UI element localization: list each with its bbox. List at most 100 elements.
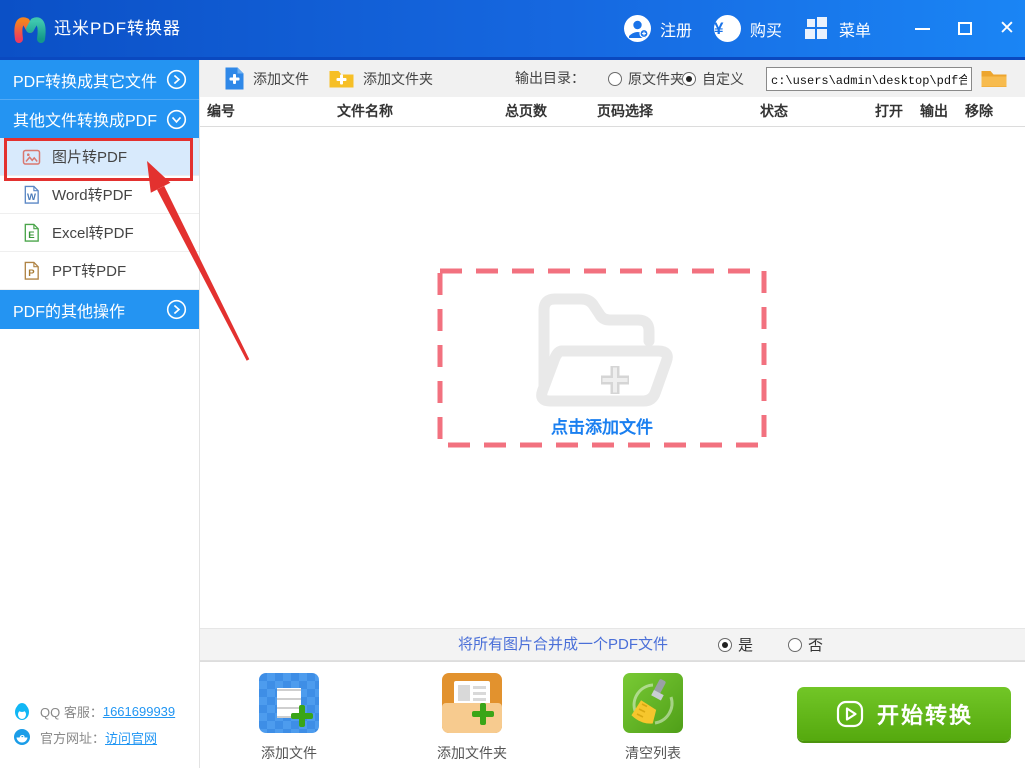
sidebar-item-image-to-pdf[interactable]: 图片转PDF <box>0 138 199 176</box>
clear-list-action-button[interactable]: 清空列表 <box>593 673 713 763</box>
qq-number-link[interactable]: 1661699939 <box>103 704 175 719</box>
chevron-right-circle-icon <box>166 69 187 90</box>
app-window: 迅米PDF转换器 注册 ¥ 购买 菜单 <box>0 0 1025 768</box>
word-doc-icon: W <box>22 185 41 205</box>
chevron-down-circle-icon <box>166 109 187 130</box>
sidebar-item-label: Excel转PDF <box>52 222 134 243</box>
open-folder-add-icon <box>522 278 682 418</box>
website-icon: e <box>12 727 32 747</box>
col-total-pages: 总页数 <box>505 97 547 127</box>
excel-doc-icon: E <box>22 223 41 243</box>
yen-icon: ¥ <box>714 15 741 42</box>
radio-original-label: 原文件夹 <box>628 69 684 89</box>
maximize-button[interactable] <box>948 0 982 57</box>
chevron-right-circle-icon <box>166 299 187 320</box>
sidebar-item-label: 图片转PDF <box>52 146 127 167</box>
buy-label: 购买 <box>750 17 782 41</box>
image-icon <box>22 147 41 167</box>
col-remove: 移除 <box>965 97 993 127</box>
merge-no-circle[interactable] <box>788 638 802 652</box>
section-label: 其他文件转换成PDF <box>13 107 157 131</box>
buy-button[interactable]: ¥ 购买 <box>714 0 782 57</box>
add-folder-icon <box>328 68 355 89</box>
section-label: PDF转换成其它文件 <box>13 68 157 92</box>
register-button[interactable]: 注册 <box>624 0 692 57</box>
sidebar-section-other-to-pdf[interactable]: 其他文件转换成PDF <box>0 99 199 138</box>
output-dir-label: 输出目录： <box>515 60 585 97</box>
svg-text:P: P <box>28 268 35 279</box>
add-file-big-icon <box>259 673 319 733</box>
add-file-toolbar-button[interactable]: 添加文件 <box>224 60 309 97</box>
add-file-action-label: 添加文件 <box>261 743 317 763</box>
browse-folder-icon[interactable] <box>980 68 1008 89</box>
radio-custom-circle[interactable] <box>682 72 696 86</box>
col-status: 状态 <box>760 97 788 127</box>
file-table-header: 编号 文件名称 总页数 页码选择 状态 打开 输出 移除 <box>200 97 1025 127</box>
sidebar-item-word-to-pdf[interactable]: W Word转PDF <box>0 176 199 214</box>
website-link[interactable]: 访问官网 <box>105 728 157 747</box>
sidebar-item-excel-to-pdf[interactable]: E Excel转PDF <box>0 214 199 252</box>
radio-custom-label: 自定义 <box>702 69 744 89</box>
minimize-button[interactable] <box>905 0 939 57</box>
col-filename: 文件名称 <box>337 97 393 127</box>
main-panel: 添加文件 添加文件夹 输出目录： 原文件夹 自定义 <box>200 60 1025 768</box>
ppt-doc-icon: P <box>22 261 41 281</box>
add-folder-action-button[interactable]: 添加文件夹 <box>412 673 532 763</box>
qq-service-label: QQ 客服： <box>40 702 103 721</box>
merge-yes-circle[interactable] <box>718 638 732 652</box>
app-logo-icon <box>12 12 48 48</box>
sidebar-section-pdf-ops[interactable]: PDF的其他操作 <box>0 290 199 329</box>
svg-text:W: W <box>27 192 36 203</box>
radio-custom[interactable]: 自定义 <box>682 60 744 97</box>
start-convert-label: 开始转换 <box>877 698 973 730</box>
svg-text:e: e <box>19 733 25 744</box>
clear-list-action-label: 清空列表 <box>625 743 681 763</box>
col-number: 编号 <box>207 97 235 127</box>
merge-yes-radio[interactable]: 是 <box>718 629 753 660</box>
titlebar: 迅米PDF转换器 注册 ¥ 购买 菜单 <box>0 0 1025 60</box>
menu-button[interactable]: 菜单 <box>804 0 871 57</box>
sidebar: PDF转换成其它文件 其他文件转换成PDF 图片转PDF <box>0 60 200 768</box>
register-label: 注册 <box>660 17 692 41</box>
sidebar-item-label: Word转PDF <box>52 184 133 205</box>
add-file-action-button[interactable]: 添加文件 <box>229 673 349 763</box>
merge-yes-label: 是 <box>738 634 753 655</box>
qq-icon <box>12 701 32 721</box>
sidebar-item-ppt-to-pdf[interactable]: P PPT转PDF <box>0 252 199 290</box>
bottom-action-bar: 添加文件 添加文件夹 <box>200 661 1025 768</box>
file-list-area: 点击添加文件 <box>200 127 1025 628</box>
add-file-icon <box>224 66 245 91</box>
add-folder-toolbar-button[interactable]: 添加文件夹 <box>328 60 433 97</box>
close-button[interactable]: ✕ <box>990 0 1024 57</box>
app-title: 迅米PDF转换器 <box>54 0 181 57</box>
col-output: 输出 <box>920 97 948 127</box>
add-folder-big-icon <box>442 673 502 733</box>
sidebar-footer: QQ 客服： 1661699939 e 官方网址： 访问官网 <box>12 698 192 750</box>
col-open: 打开 <box>875 97 903 127</box>
merge-option-bar: 将所有图片合并成一个PDF文件 是 否 <box>200 628 1025 661</box>
register-user-icon <box>624 15 651 42</box>
section-label: PDF的其他操作 <box>13 298 125 322</box>
clear-list-big-icon <box>623 673 683 733</box>
sidebar-item-label: PPT转PDF <box>52 260 126 281</box>
start-convert-button[interactable]: 开始转换 <box>797 687 1011 741</box>
svg-text:E: E <box>28 230 34 241</box>
add-file-label: 添加文件 <box>253 69 309 89</box>
radio-original-circle[interactable] <box>608 72 622 86</box>
toolbar: 添加文件 添加文件夹 输出目录： 原文件夹 自定义 <box>200 60 1025 97</box>
merge-no-label: 否 <box>808 634 823 655</box>
dropzone-add-files[interactable]: 点击添加文件 <box>437 268 767 448</box>
col-page-select: 页码选择 <box>597 97 653 127</box>
add-folder-action-label: 添加文件夹 <box>437 743 507 763</box>
sidebar-section-pdf-to-other[interactable]: PDF转换成其它文件 <box>0 60 199 99</box>
website-label: 官方网址： <box>40 728 105 747</box>
add-folder-label: 添加文件夹 <box>363 69 433 89</box>
merge-no-radio[interactable]: 否 <box>788 629 823 660</box>
play-icon <box>835 699 865 729</box>
menu-label: 菜单 <box>839 17 871 41</box>
menu-grid-icon <box>804 16 829 41</box>
radio-original-folder[interactable]: 原文件夹 <box>608 60 684 97</box>
dropzone-label: 点击添加文件 <box>437 413 767 438</box>
merge-question-label: 将所有图片合并成一个PDF文件 <box>458 629 668 660</box>
output-path-input[interactable] <box>766 67 972 91</box>
